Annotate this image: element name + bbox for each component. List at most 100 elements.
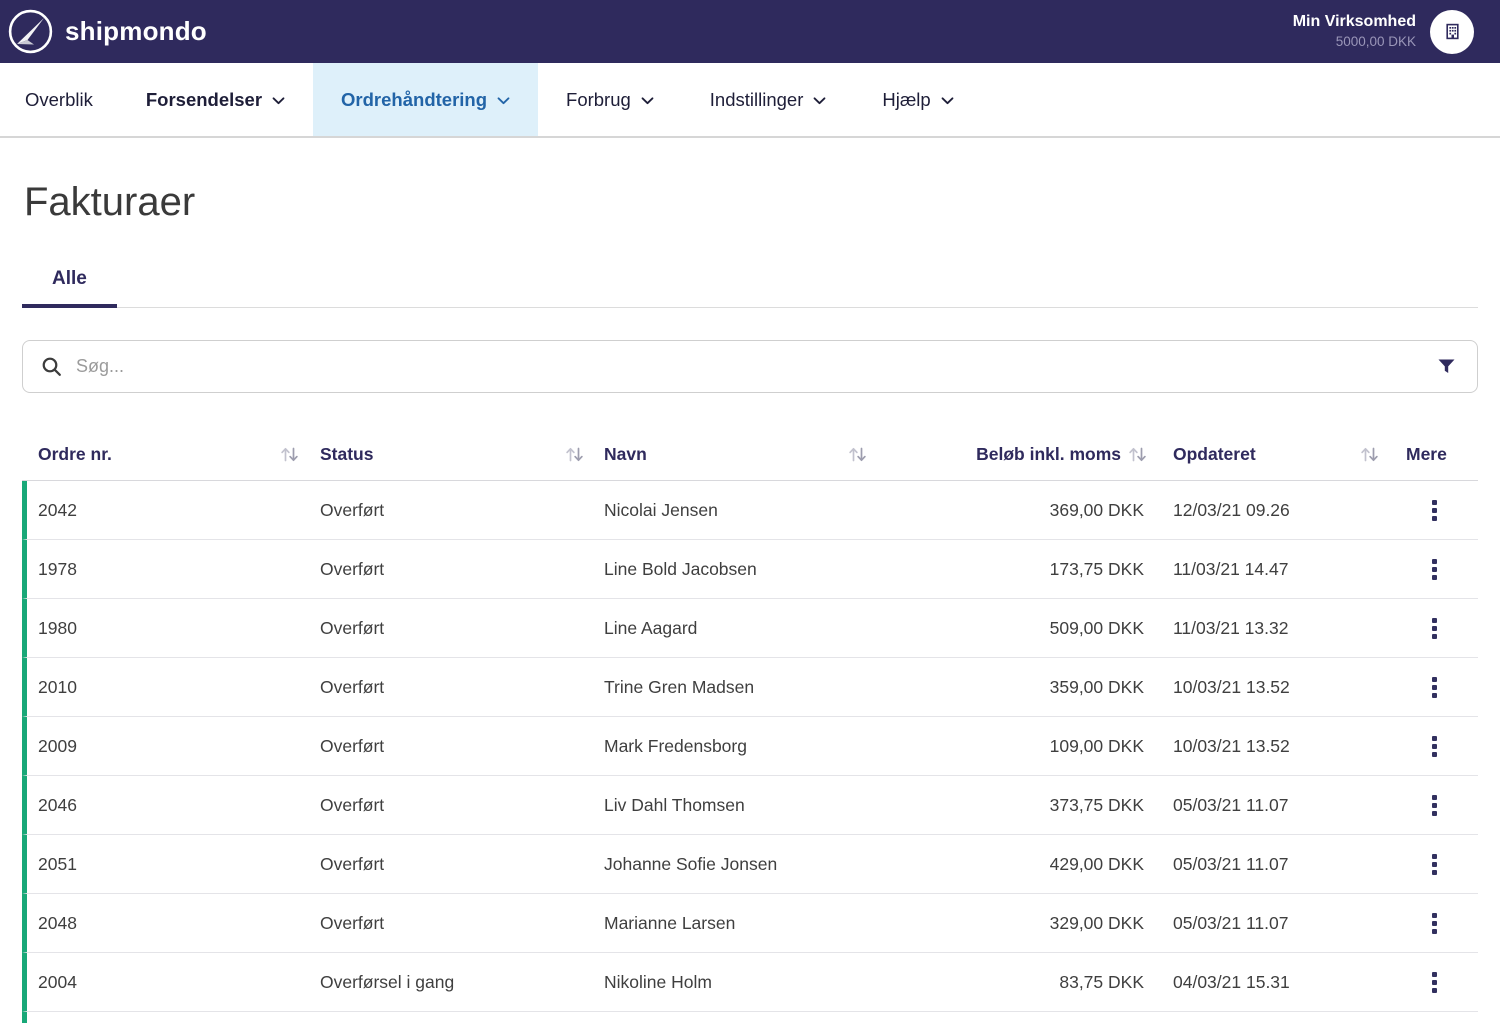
cell-name: Johanne Sofie Jonsen	[604, 854, 880, 875]
column-header-name[interactable]: Navn	[604, 444, 880, 465]
cell-status: Overført	[320, 618, 604, 639]
cell-amount: 173,75 DKK	[880, 559, 1150, 580]
cell-order_no: 1978	[27, 559, 320, 580]
cell-amount: 429,00 DKK	[880, 854, 1150, 875]
cell-updated: 05/03/21 11.07	[1150, 913, 1390, 934]
nav-item-indstillinger[interactable]: Indstillinger	[682, 63, 855, 136]
sort-icon[interactable]	[1127, 445, 1148, 464]
cell-more	[1390, 611, 1478, 646]
cell-amount: 109,00 DKK	[880, 736, 1150, 757]
table-row[interactable]: 1978OverførtLine Bold Jacobsen173,75 DKK…	[22, 540, 1478, 599]
nav-item-ordrehandtering[interactable]: Ordrehåndtering	[313, 63, 538, 136]
row-more-button[interactable]	[1421, 670, 1448, 705]
sort-icon[interactable]	[564, 445, 585, 464]
cell-more	[1390, 906, 1478, 941]
table-row[interactable]: 2046OverførtLiv Dahl Thomsen373,75 DKK05…	[22, 776, 1478, 835]
chevron-down-icon	[941, 97, 954, 105]
cell-order_no: 2004	[27, 972, 320, 993]
row-more-button[interactable]	[1421, 611, 1448, 646]
nav-item-overblik[interactable]: Overblik	[0, 63, 118, 136]
chevron-down-icon	[497, 97, 510, 105]
cell-name: Line Aagard	[604, 618, 880, 639]
account-avatar-button[interactable]	[1430, 10, 1474, 54]
nav-item-label: Hjælp	[882, 89, 930, 111]
cell-order_no: 2009	[27, 736, 320, 757]
search-icon	[41, 356, 62, 377]
table-row[interactable]: 1980OverførtLine Aagard509,00 DKK11/03/2…	[22, 599, 1478, 658]
table-row[interactable]: 2004Overførsel i gangNikoline Holm83,75 …	[22, 953, 1478, 1012]
kebab-menu-icon	[1431, 617, 1438, 640]
cell-amount: 359,00 DKK	[880, 677, 1150, 698]
table-row[interactable]: 2048OverførtMarianne Larsen329,00 DKK05/…	[22, 894, 1478, 953]
cell-name: Mark Fredensborg	[604, 736, 880, 757]
table-row[interactable]: 2042OverførtNicolai Jensen369,00 DKK12/0…	[22, 481, 1478, 540]
chevron-down-icon	[813, 97, 826, 105]
sort-icon[interactable]	[1359, 445, 1380, 464]
tab-alle[interactable]: Alle	[22, 253, 117, 308]
table-row[interactable]: 2009OverførtMark Fredensborg109,00 DKK10…	[22, 717, 1478, 776]
row-more-button[interactable]	[1421, 493, 1448, 528]
column-header-order_no[interactable]: Ordre nr.	[22, 444, 320, 465]
column-header-status[interactable]: Status	[320, 444, 604, 465]
brand-name: shipmondo	[65, 16, 207, 47]
nav-item-forbrug[interactable]: Forbrug	[538, 63, 682, 136]
row-more-button[interactable]	[1421, 552, 1448, 587]
nav-item-label: Ordrehåndtering	[341, 89, 487, 111]
column-header-label: Beløb inkl. moms	[976, 444, 1121, 465]
building-icon	[1443, 22, 1462, 41]
cell-updated: 11/03/21 13.32	[1150, 618, 1390, 639]
cell-name: Trine Gren Madsen	[604, 677, 880, 698]
kebab-menu-icon	[1431, 971, 1438, 994]
cell-more	[1390, 552, 1478, 587]
cell-status: Overført	[320, 854, 604, 875]
cell-amount: 373,75 DKK	[880, 795, 1150, 816]
row-more-button[interactable]	[1421, 847, 1448, 882]
column-header-updated[interactable]: Opdateret	[1150, 444, 1390, 465]
account-balance: 5000,00 DKK	[1293, 34, 1416, 51]
filter-button[interactable]	[1434, 355, 1459, 378]
chevron-down-icon	[272, 97, 285, 105]
page-title: Fakturaer	[24, 180, 1478, 225]
account-name: Min Virksomhed	[1293, 12, 1416, 32]
table-row[interactable]: 2051OverførtJohanne Sofie Jonsen429,00 D…	[22, 835, 1478, 894]
cell-order_no: 1980	[27, 618, 320, 639]
sort-icon[interactable]	[847, 445, 868, 464]
row-more-button[interactable]	[1421, 965, 1448, 1000]
main-nav: Overblik Forsendelser Ordrehåndtering Forbr…	[0, 63, 1500, 138]
cell-more	[1390, 965, 1478, 1000]
shipmondo-logo-icon	[8, 9, 53, 54]
invoices-table: Ordre nr.StatusNavn Beløb inkl. moms Opdat…	[22, 428, 1478, 1023]
row-more-button[interactable]	[1421, 729, 1448, 764]
cell-more	[1390, 788, 1478, 823]
cell-amount: 329,00 DKK	[880, 913, 1150, 934]
cell-updated: 05/03/21 11.07	[1150, 854, 1390, 875]
cell-order_no: 2042	[27, 500, 320, 521]
row-more-button[interactable]	[1421, 788, 1448, 823]
cell-status: Overført	[320, 795, 604, 816]
cell-more	[1390, 729, 1478, 764]
search-bar	[22, 340, 1478, 393]
cell-updated: 04/03/21 15.31	[1150, 972, 1390, 993]
cell-more	[1390, 847, 1478, 882]
sort-icon[interactable]	[279, 445, 300, 464]
table-row[interactable]: 2010OverførtTrine Gren Madsen359,00 DKK1…	[22, 658, 1478, 717]
tab-bar: Alle	[22, 253, 1478, 308]
cell-name: Line Bold Jacobsen	[604, 559, 880, 580]
nav-item-forsendelser[interactable]: Forsendelser	[118, 63, 313, 136]
cell-amount: 369,00 DKK	[880, 500, 1150, 521]
cell-name: Liv Dahl Thomsen	[604, 795, 880, 816]
column-header-label: Opdateret	[1173, 444, 1256, 465]
nav-item-hjaelp[interactable]: Hjælp	[854, 63, 981, 136]
filter-icon	[1438, 359, 1455, 374]
topbar: shipmondo Min Virksomhed 5000,00 DKK	[0, 0, 1500, 63]
cell-name: Nikoline Holm	[604, 972, 880, 993]
row-more-button[interactable]	[1421, 906, 1448, 941]
nav-item-label: Overblik	[25, 89, 93, 111]
column-header-amount[interactable]: Beløb inkl. moms	[880, 444, 1150, 465]
cell-order_no: 2048	[27, 913, 320, 934]
cell-name: Nicolai Jensen	[604, 500, 880, 521]
cell-updated: 10/03/21 13.52	[1150, 736, 1390, 757]
cell-updated: 10/03/21 13.52	[1150, 677, 1390, 698]
search-input[interactable]	[74, 355, 1434, 378]
cell-amount: 83,75 DKK	[880, 972, 1150, 993]
